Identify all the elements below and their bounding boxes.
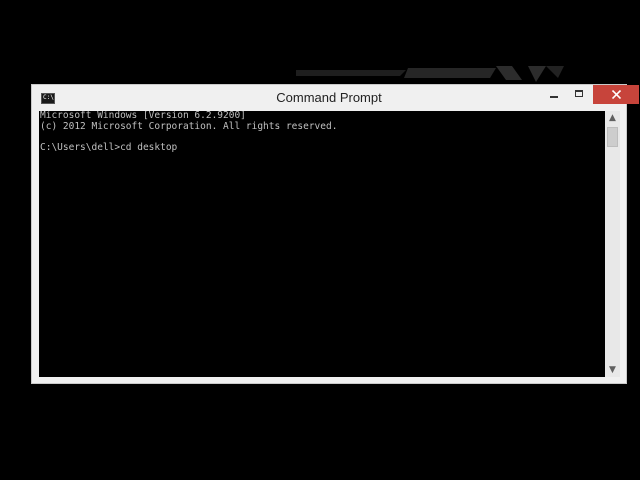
- close-icon: [612, 90, 621, 99]
- scroll-thumb[interactable]: [607, 127, 618, 147]
- maximize-button[interactable]: [567, 85, 593, 104]
- wallpaper-decoration: [296, 66, 564, 82]
- scroll-up-arrow-icon[interactable]: ▲: [605, 111, 620, 125]
- console-line: (c) 2012 Microsoft Corporation. All righ…: [40, 120, 338, 132]
- minimize-button[interactable]: [541, 85, 567, 104]
- console-output[interactable]: Microsoft Windows [Version 6.2.9200] (c)…: [39, 111, 605, 377]
- console-prompt-line: C:\Users\dell>cd desktop: [40, 141, 178, 153]
- scroll-down-arrow-icon[interactable]: ▼: [605, 363, 620, 377]
- window-title: Command Prompt: [276, 90, 382, 105]
- desktop: C:\ Command Prompt Microsoft Windows [Ve…: [0, 0, 640, 480]
- close-button[interactable]: [593, 85, 639, 104]
- command-prompt-window[interactable]: C:\ Command Prompt Microsoft Windows [Ve…: [31, 84, 639, 384]
- vertical-scrollbar[interactable]: ▲ ▼: [605, 111, 620, 377]
- title-bar[interactable]: C:\ Command Prompt: [32, 85, 639, 110]
- console-line: Microsoft Windows [Version 6.2.9200]: [40, 111, 246, 121]
